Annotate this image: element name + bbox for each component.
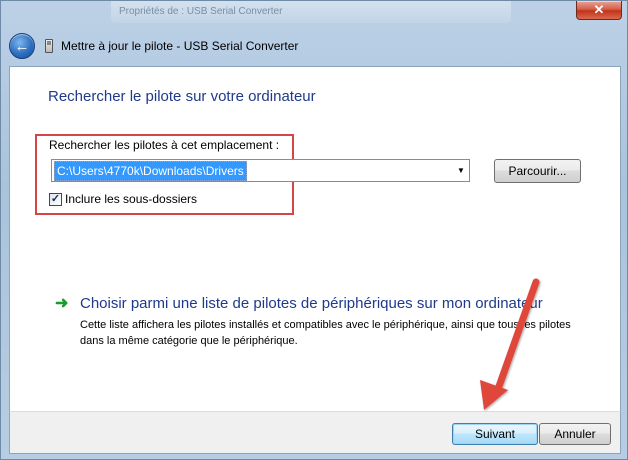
include-subfolders-label: Inclure les sous-dossiers xyxy=(65,192,198,206)
back-button[interactable]: ← xyxy=(9,33,35,59)
page-heading: Rechercher le pilote sur votre ordinateu… xyxy=(48,88,316,105)
window-title: Mettre à jour le pilote - USB Serial Con… xyxy=(61,39,299,53)
usb-device-icon xyxy=(45,39,53,53)
window-frame: Propriétés de : USB Serial Converter ✕ ←… xyxy=(0,0,628,460)
search-location-label: Rechercher les pilotes à cet emplacement… xyxy=(49,138,280,152)
wizard-footer: Suivant Annuler xyxy=(9,411,621,454)
background-window-title: Propriétés de : USB Serial Converter xyxy=(111,1,511,23)
chevron-down-icon[interactable]: ▼ xyxy=(453,160,469,181)
back-arrow-icon: ← xyxy=(14,37,30,55)
cancel-button[interactable]: Annuler xyxy=(539,423,611,445)
green-arrow-icon: ➜ xyxy=(55,295,69,312)
wizard-header: ← Mettre à jour le pilote - USB Serial C… xyxy=(9,29,621,63)
close-icon: ✕ xyxy=(593,2,605,17)
checkmark-icon: ✓ xyxy=(50,192,61,205)
choose-from-list-description: Cette liste affichera les pilotes instal… xyxy=(80,319,571,347)
driver-path-value: C:\Users\4770k\Downloads\Drivers xyxy=(54,160,247,181)
choose-from-list-title[interactable]: Choisir parmi une liste de pilotes de pé… xyxy=(80,295,543,312)
include-subfolders-option[interactable]: ✓ Inclure les sous-dossiers xyxy=(49,192,197,206)
choose-from-list-link[interactable]: ➜ Choisir parmi une liste de pilotes de … xyxy=(55,293,543,313)
next-button[interactable]: Suivant xyxy=(452,423,538,445)
close-button[interactable]: ✕ xyxy=(576,1,622,20)
include-subfolders-checkbox[interactable]: ✓ xyxy=(49,192,62,206)
wizard-content: Rechercher le pilote sur votre ordinateu… xyxy=(9,66,621,411)
browse-button[interactable]: Parcourir... xyxy=(494,159,581,183)
driver-path-combobox[interactable]: C:\Users\4770k\Downloads\Drivers ▼ xyxy=(51,159,470,182)
